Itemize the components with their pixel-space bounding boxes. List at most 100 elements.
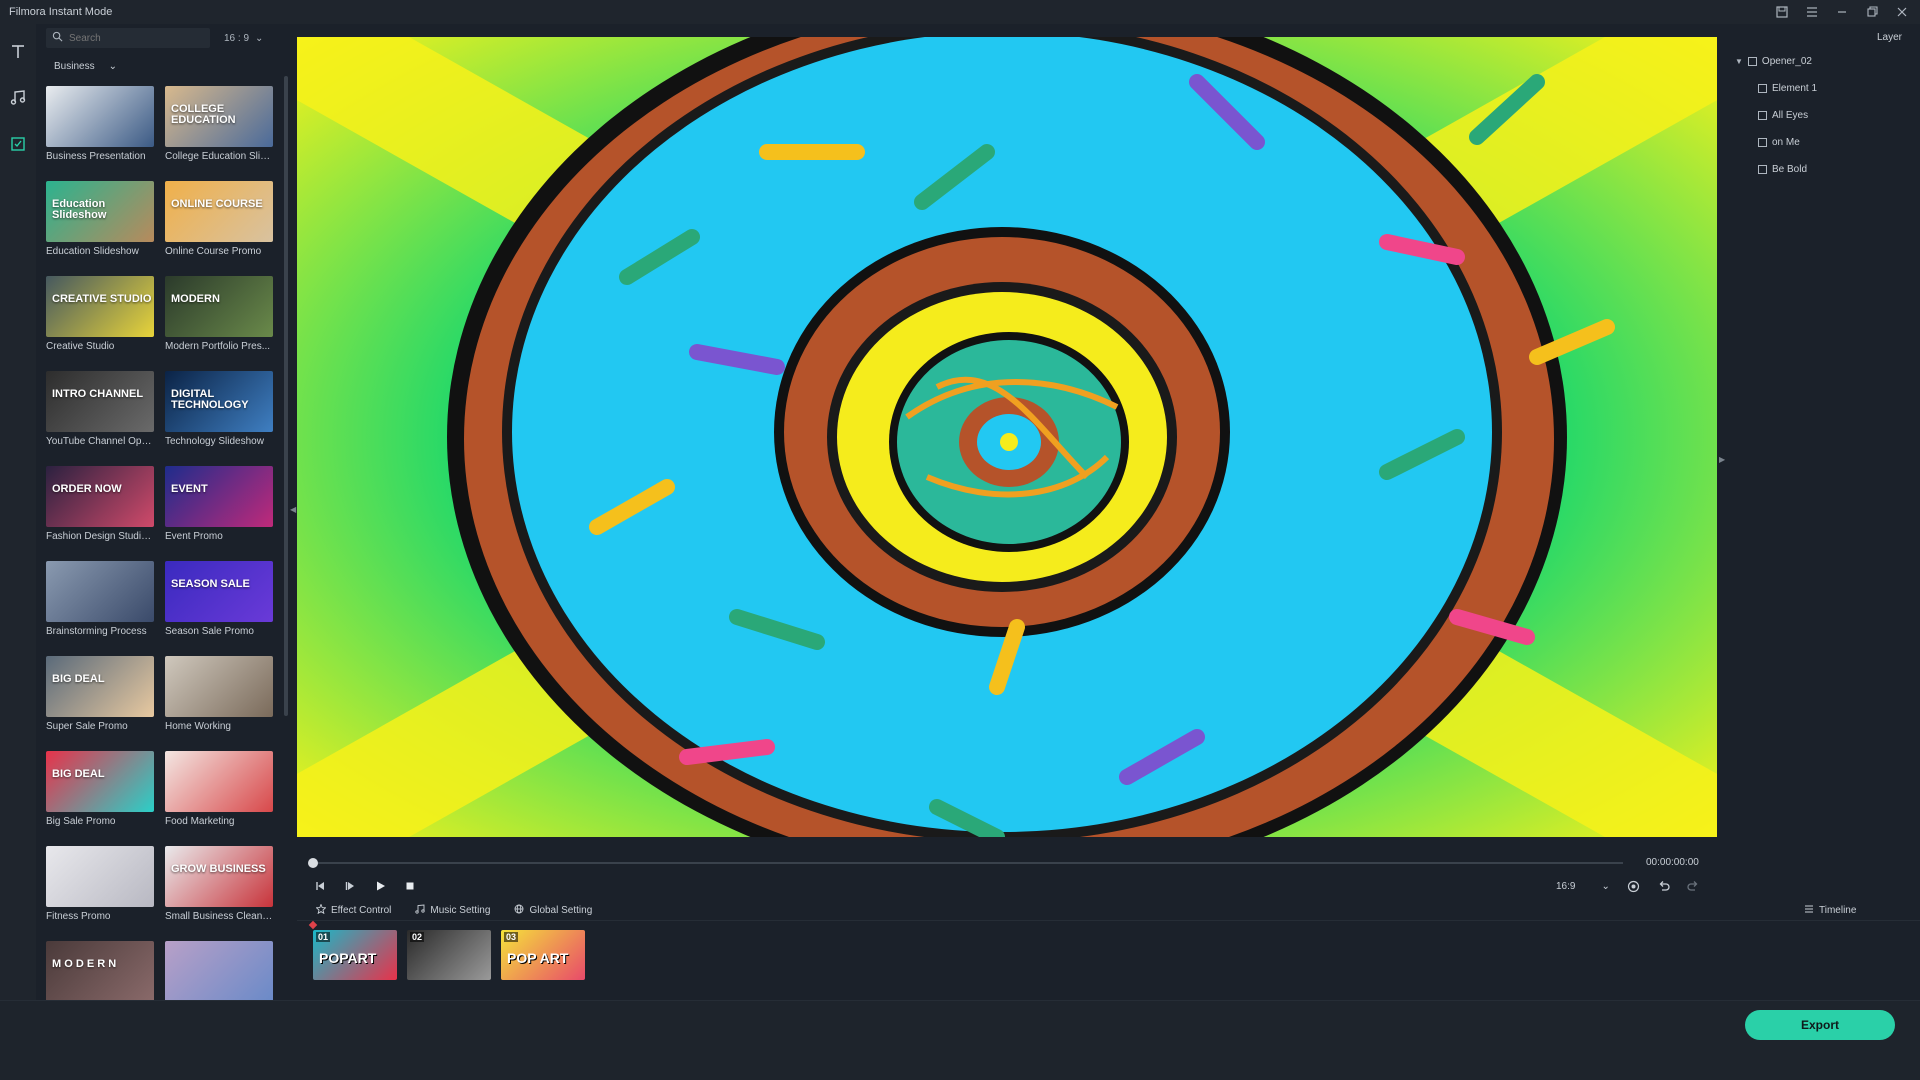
preview-ratio-dropdown[interactable]: 16:9 ⌄: [1556, 881, 1610, 892]
template-card[interactable]: Brainstorming Process: [46, 561, 154, 656]
template-thumbnail[interactable]: GROW BUSINESS: [165, 846, 273, 907]
clip-text: POP ART: [507, 950, 569, 966]
template-thumbnail[interactable]: SEASON SALE: [165, 561, 273, 622]
collapse-layer-icon[interactable]: ▶: [1719, 455, 1725, 464]
timeline-clip[interactable]: 02: [407, 930, 491, 980]
search-icon: [52, 29, 63, 47]
template-card[interactable]: MODERN Modern Portfolio Pres...: [165, 276, 273, 371]
template-card[interactable]: SEASON SALE Season Sale Promo: [165, 561, 273, 656]
save-icon[interactable]: [1774, 4, 1790, 20]
layer-item[interactable]: Element 1: [1758, 83, 1817, 94]
template-card[interactable]: ONLINE COURSE Online Course Promo: [165, 181, 273, 276]
template-card[interactable]: ORDER NOW Fashion Design Studio ...: [46, 466, 154, 561]
template-label: Modern Portfolio Pres...: [165, 341, 271, 352]
template-label: Technology Slideshow: [165, 436, 264, 447]
template-card[interactable]: Education Slideshow Education Slideshow: [46, 181, 154, 276]
chevron-down-icon: ⌄: [108, 61, 117, 72]
layer-item[interactable]: on Me: [1758, 137, 1800, 148]
template-thumbnail[interactable]: [46, 846, 154, 907]
template-card[interactable]: [165, 941, 273, 1000]
playhead-marker[interactable]: [308, 920, 318, 930]
search-input[interactable]: [69, 32, 199, 44]
step-back-icon[interactable]: [313, 879, 327, 893]
template-card[interactable]: CREATIVE STUDIO Creative Studio: [46, 276, 154, 371]
text-tool-icon[interactable]: [0, 34, 36, 70]
thumbnail-text: DIGITAL TECHNOLOGY: [171, 388, 249, 411]
template-label: Super Sale Promo: [46, 721, 128, 732]
template-thumbnail[interactable]: [165, 656, 273, 717]
template-label: Creative Studio: [46, 341, 115, 352]
template-thumbnail[interactable]: [46, 86, 154, 147]
template-card[interactable]: Food Marketing: [165, 751, 273, 846]
template-card[interactable]: M O D E R N: [46, 941, 154, 1000]
template-card[interactable]: BIG DEAL Big Sale Promo: [46, 751, 154, 846]
tab-global-setting[interactable]: Global Setting: [514, 904, 592, 917]
template-thumbnail[interactable]: M O D E R N: [46, 941, 154, 1000]
thumbnail-text: BIG DEAL: [52, 768, 105, 780]
template-thumbnail[interactable]: BIG DEAL: [46, 656, 154, 717]
layer-panel: Layer ▼ Opener_02 Element 1 All Eyes on …: [1718, 24, 1920, 904]
template-tool-icon[interactable]: [0, 126, 36, 162]
template-thumbnail[interactable]: [165, 751, 273, 812]
template-card[interactable]: GROW BUSINESS Small Business Clean P...: [165, 846, 273, 941]
template-thumbnail[interactable]: BIG DEAL: [46, 751, 154, 812]
template-thumbnail[interactable]: EVENT: [165, 466, 273, 527]
library-scrollbar[interactable]: [284, 76, 288, 716]
undo-icon[interactable]: [1656, 879, 1670, 893]
layer-item[interactable]: Be Bold: [1758, 164, 1807, 175]
step-forward-icon[interactable]: [343, 879, 357, 893]
list-icon[interactable]: [1804, 4, 1820, 20]
template-card[interactable]: Fitness Promo: [46, 846, 154, 941]
minimize-icon[interactable]: [1834, 4, 1850, 20]
template-thumbnail[interactable]: Education Slideshow: [46, 181, 154, 242]
timeline-clip[interactable]: 01 POPART: [313, 930, 397, 980]
template-card[interactable]: EVENT Event Promo: [165, 466, 273, 561]
template-thumbnail[interactable]: CREATIVE STUDIO: [46, 276, 154, 337]
redo-icon[interactable]: [1686, 879, 1700, 893]
library-header: 16 : 9 ⌄: [46, 27, 311, 49]
template-card[interactable]: INTRO CHANNEL YouTube Channel Ope...: [46, 371, 154, 466]
settings-tabs: Effect Control Music Setting Global Sett…: [315, 903, 592, 917]
timeline-button[interactable]: Timeline: [1804, 904, 1856, 917]
template-thumbnail[interactable]: ORDER NOW: [46, 466, 154, 527]
template-thumbnail[interactable]: ONLINE COURSE: [165, 181, 273, 242]
template-thumbnail[interactable]: [46, 561, 154, 622]
music-tool-icon[interactable]: [0, 80, 36, 116]
collapse-library-icon[interactable]: ◀: [290, 505, 296, 514]
template-label: Big Sale Promo: [46, 816, 116, 827]
search-box[interactable]: [46, 28, 210, 48]
scrubber-handle[interactable]: [308, 858, 318, 868]
restore-icon[interactable]: [1864, 4, 1880, 20]
template-thumbnail[interactable]: [165, 941, 273, 1000]
caret-down-icon[interactable]: ▼: [1735, 57, 1743, 66]
layer-icon: [1747, 57, 1757, 66]
play-icon[interactable]: [373, 879, 387, 893]
tab-effect-control[interactable]: Effect Control: [315, 903, 391, 917]
template-thumbnail[interactable]: COLLEGE EDUCATION: [165, 86, 273, 147]
template-label: YouTube Channel Ope...: [46, 436, 154, 447]
template-thumbnail[interactable]: MODERN: [165, 276, 273, 337]
thumbnail-text: M O D E R N: [52, 958, 117, 970]
template-thumbnail[interactable]: DIGITAL TECHNOLOGY: [165, 371, 273, 432]
template-label: Food Marketing: [165, 816, 235, 827]
snapshot-icon[interactable]: [1626, 879, 1640, 893]
category-dropdown[interactable]: Business ⌄: [54, 61, 117, 72]
tab-music-setting[interactable]: Music Setting: [415, 904, 490, 917]
template-card[interactable]: Home Working: [165, 656, 273, 751]
layer-item-label: Element 1: [1772, 83, 1818, 94]
clip-number: 03: [504, 932, 519, 942]
timeline-clip[interactable]: 03 POP ART: [501, 930, 585, 980]
export-button[interactable]: Export: [1745, 1010, 1895, 1040]
close-icon[interactable]: [1894, 4, 1910, 20]
playback-scrubber[interactable]: [313, 862, 1623, 864]
template-card[interactable]: COLLEGE EDUCATION College Education Slide…: [165, 86, 273, 181]
template-card[interactable]: DIGITAL TECHNOLOGY Technology Slideshow: [165, 371, 273, 466]
layer-item[interactable]: All Eyes: [1758, 110, 1808, 121]
template-thumbnail[interactable]: INTRO CHANNEL: [46, 371, 154, 432]
aspect-ratio-dropdown[interactable]: 16 : 9 ⌄: [224, 33, 263, 44]
text-layer-icon: [1758, 111, 1767, 120]
stop-icon[interactable]: [403, 879, 417, 893]
layer-root[interactable]: ▼ Opener_02: [1735, 56, 1812, 67]
template-card[interactable]: Business Presentation: [46, 86, 154, 181]
template-card[interactable]: BIG DEAL Super Sale Promo: [46, 656, 154, 751]
